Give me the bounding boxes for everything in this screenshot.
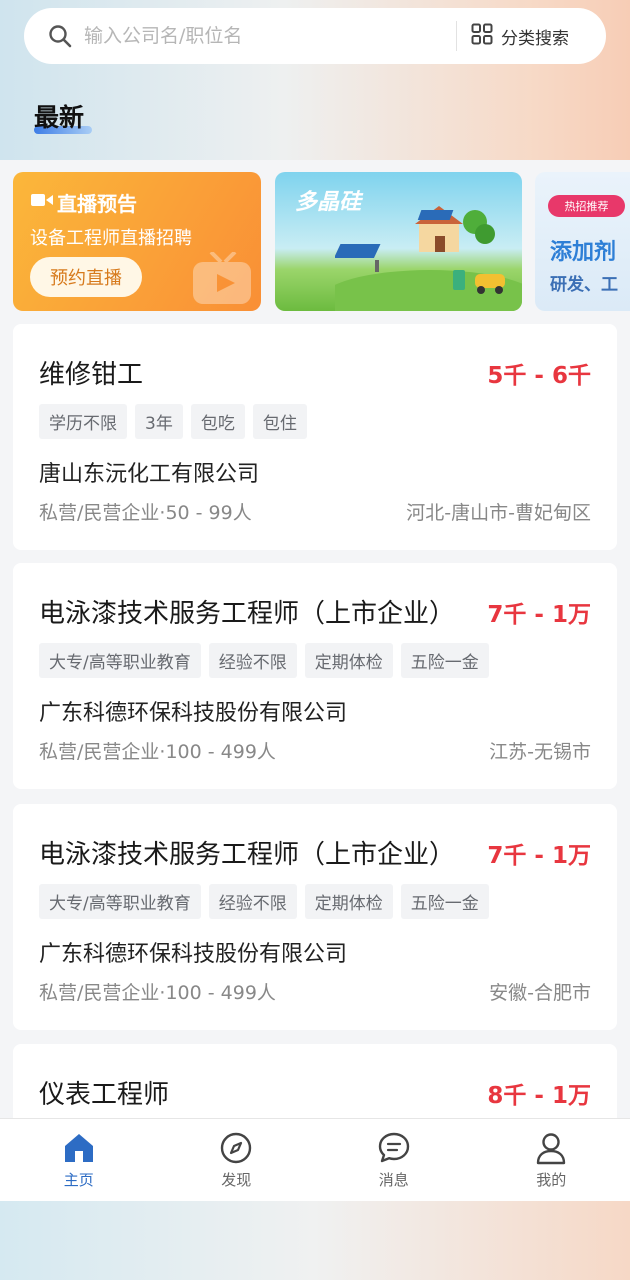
footer-background	[0, 1201, 630, 1280]
job-tag: 包吃	[190, 404, 245, 439]
tab-label: 发现	[221, 1171, 252, 1189]
job-tags: 大专/高等职业教育 经验不限 定期体检 五险一金	[39, 884, 489, 919]
book-live-button[interactable]: 预约直播	[30, 257, 142, 297]
job-tag: 学历不限	[39, 404, 127, 439]
job-location: 江苏-无锡市	[489, 741, 591, 763]
tab-label: 消息	[378, 1171, 409, 1189]
hot-recruit-banner[interactable]: 热招推荐 添加剂 研发、工	[535, 172, 630, 311]
job-title: 仪表工程师	[39, 1080, 170, 1110]
live-banner-title: 直播预告	[57, 192, 137, 216]
job-tag: 经验不限	[208, 884, 297, 919]
job-tag: 定期体检	[304, 643, 393, 678]
job-card[interactable]: 维修钳工 5千 - 6千 学历不限 3年 包吃 包住 唐山东沅化工有限公司 私营…	[13, 324, 617, 550]
job-tag: 包住	[252, 404, 307, 439]
solar-house-illustration	[320, 200, 522, 311]
job-tags: 大专/高等职业教育 经验不限 定期体检 五险一金	[39, 643, 489, 678]
tab-discover[interactable]: 发现	[158, 1119, 316, 1201]
grid-icon	[471, 23, 493, 49]
tab-profile[interactable]: 我的	[473, 1119, 630, 1201]
job-tag: 3年	[135, 404, 183, 439]
compass-icon	[219, 1131, 253, 1165]
company-meta: 私营/民营企业·50 - 99人	[39, 502, 252, 524]
job-tag: 定期体检	[304, 884, 393, 919]
search-input[interactable]	[84, 16, 444, 56]
tab-messages[interactable]: 消息	[315, 1119, 473, 1201]
job-tag: 经验不限	[208, 643, 297, 678]
company-name: 唐山东沅化工有限公司	[39, 462, 260, 487]
hot-recruit-headline: 添加剂	[550, 240, 617, 265]
hot-recruit-badge: 热招推荐	[548, 195, 625, 217]
job-tag: 五险一金	[400, 643, 489, 678]
search-icon	[48, 24, 72, 48]
message-icon	[377, 1131, 411, 1165]
job-tags: 学历不限 3年 包吃 包住	[39, 404, 307, 439]
company-name: 广东科德环保科技股份有限公司	[39, 942, 348, 967]
search-divider	[456, 21, 457, 51]
company-meta: 私营/民营企业·100 - 499人	[39, 982, 276, 1004]
category-search-button[interactable]: 分类搜索	[471, 23, 569, 49]
live-preview-banner[interactable]: 直播预告 设备工程师直播招聘 预约直播	[13, 172, 261, 311]
bottom-tab-bar: 主页 发现 消息 我的	[0, 1118, 630, 1201]
hot-recruit-subline: 研发、工	[550, 275, 618, 295]
category-search-label: 分类搜索	[501, 28, 569, 49]
job-tag: 五险一金	[400, 884, 489, 919]
job-salary: 7千 - 1万	[487, 602, 591, 628]
job-salary: 7千 - 1万	[487, 843, 591, 869]
tv-icon	[191, 250, 255, 310]
job-title: 电泳漆技术服务工程师（上市企业）	[39, 599, 456, 629]
tab-home[interactable]: 主页	[0, 1119, 158, 1201]
solar-banner[interactable]: 多晶硅	[275, 172, 522, 311]
job-card[interactable]: 电泳漆技术服务工程师（上市企业） 7千 - 1万 大专/高等职业教育 经验不限 …	[13, 804, 617, 1030]
user-icon	[534, 1131, 568, 1165]
job-location: 安徽-合肥市	[489, 982, 591, 1004]
job-salary: 5千 - 6千	[487, 363, 591, 389]
tab-label: 我的	[536, 1171, 567, 1189]
job-salary: 8千 - 1万	[487, 1083, 591, 1109]
home-icon	[62, 1131, 96, 1165]
job-tag: 大专/高等职业教育	[39, 643, 201, 678]
job-title: 电泳漆技术服务工程师（上市企业）	[39, 840, 456, 870]
company-meta: 私营/民营企业·100 - 499人	[39, 741, 276, 763]
job-location: 河北-唐山市-曹妃甸区	[406, 502, 591, 524]
section-title: 最新	[34, 103, 85, 132]
search-bar[interactable]: 分类搜索	[24, 8, 606, 64]
company-name: 广东科德环保科技股份有限公司	[39, 701, 348, 726]
live-banner-subtitle: 设备工程师直播招聘	[30, 228, 192, 249]
job-card[interactable]: 电泳漆技术服务工程师（上市企业） 7千 - 1万 大专/高等职业教育 经验不限 …	[13, 563, 617, 789]
job-title: 维修钳工	[39, 360, 144, 390]
banner-carousel[interactable]: 直播预告 设备工程师直播招聘 预约直播 多晶硅 热招推荐 添加剂 研发、工	[13, 172, 630, 312]
video-camera-icon	[31, 192, 53, 212]
tab-label: 主页	[63, 1171, 94, 1189]
job-tag: 大专/高等职业教育	[39, 884, 201, 919]
